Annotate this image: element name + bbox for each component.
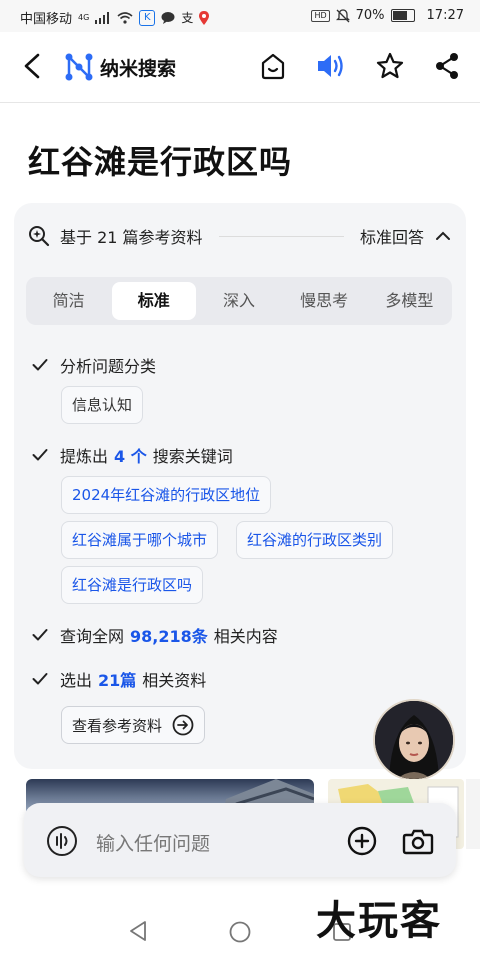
signal-icon (95, 11, 110, 24)
status-bar: 中国移动 4G K 支 HD 70% 17:27 (0, 0, 480, 32)
view-references-label: 查看参考资料 (72, 716, 163, 735)
wifi-icon (117, 11, 133, 24)
answer-process-card: 基于 21 篇参考资料 标准回答 简洁 标准 深入 慢思考 多模型 分析问题分类… (14, 203, 466, 769)
answer-mode-label: 标准回答 (359, 228, 424, 247)
network-type-label: 4G (78, 13, 90, 22)
keyword-chip[interactable]: 红谷滩属于哪个城市 (61, 521, 219, 559)
question-input[interactable]: 输入任何问题 (96, 829, 210, 856)
question-input-bar: 输入任何问题 (24, 803, 456, 877)
category-chip[interactable]: 信息认知 (61, 386, 144, 424)
step-search: 查询全网 98,218条 相关内容 (32, 623, 278, 647)
step-label-suffix: 搜索关键词 (152, 447, 233, 466)
tab-slow-thinking[interactable]: 慢思考 (282, 282, 366, 320)
keyword-count: 4 个 (114, 447, 147, 466)
selected-count: 21篇 (98, 671, 137, 690)
nano-logo-icon (65, 53, 93, 81)
step-label-prefix: 提炼出 (60, 447, 109, 466)
speaker-icon[interactable] (316, 52, 346, 80)
keyword-chip[interactable]: 红谷滩的行政区类别 (236, 521, 394, 559)
camera-icon[interactable] (402, 825, 434, 857)
share-icon[interactable] (434, 52, 460, 80)
carrier-label: 中国移动 (20, 12, 73, 27)
keyword-chip[interactable]: 红谷滩是行政区吗 (61, 566, 204, 604)
view-references-button[interactable]: 查看参考资料 (61, 706, 206, 744)
step-select: 选出 21篇 相关资料 (32, 667, 206, 691)
star-icon[interactable] (376, 52, 404, 80)
page-title: 红谷滩是行政区吗 (28, 143, 293, 181)
check-icon (32, 449, 48, 461)
battery-icon (390, 9, 415, 22)
mute-icon (335, 8, 350, 22)
check-icon (32, 629, 48, 641)
next-thumbnail[interactable] (466, 779, 480, 849)
tab-multi-model[interactable]: 多模型 (367, 282, 451, 320)
step-classify: 分析问题分类 (32, 353, 156, 377)
clock: 17:27 (426, 8, 464, 23)
step-label-suffix: 相关资料 (142, 671, 207, 690)
alipay-icon: 支 (181, 11, 194, 25)
references-count-label: 基于 21 篇参考资料 (60, 228, 203, 247)
back-arrow-icon (24, 53, 40, 79)
avatar-portrait-icon (375, 701, 453, 779)
divider (218, 235, 344, 237)
step-label-suffix: 相关内容 (213, 627, 278, 646)
home-icon[interactable] (260, 52, 286, 80)
step-label: 分析问题分类 (60, 357, 157, 376)
main-content: 红谷滩是行政区吗 基于 21 篇参考资料 标准回答 简洁 标准 深入 慢思考 多… (0, 103, 480, 960)
back-button[interactable] (20, 52, 44, 84)
chevron-up-icon[interactable] (434, 227, 452, 245)
keyword-chip[interactable]: 2024年红谷滩的行政区地位 (61, 476, 272, 514)
watermark-text: 大玩客 (316, 897, 442, 944)
tab-concise[interactable]: 简洁 (27, 282, 111, 320)
app-name: 纳米搜索 (100, 57, 177, 80)
battery-percent: 70% (355, 8, 385, 23)
check-icon (32, 673, 48, 685)
system-back-icon[interactable] (128, 920, 148, 942)
answer-mode-tabs: 简洁 标准 深入 慢思考 多模型 (26, 277, 452, 325)
location-pin-icon (199, 10, 210, 25)
step-label-prefix: 选出 (60, 671, 93, 690)
add-icon[interactable] (346, 825, 378, 857)
message-icon (161, 12, 175, 24)
top-navbar: 纳米搜索 (0, 32, 480, 103)
app-logo: 纳米搜索 (64, 52, 176, 82)
app-notification-icon: K (139, 9, 156, 26)
step-label-prefix: 查询全网 (60, 627, 125, 646)
assistant-avatar[interactable] (373, 699, 455, 781)
arrow-right-circle-icon (172, 714, 194, 736)
tab-standard[interactable]: 标准 (111, 282, 196, 320)
references-header[interactable]: 基于 21 篇参考资料 标准回答 (28, 221, 452, 251)
result-count: 98,218条 (130, 627, 208, 646)
check-icon (32, 359, 48, 371)
system-home-icon[interactable] (229, 921, 251, 943)
step-keywords: 提炼出 4 个 搜索关键词 (32, 443, 233, 467)
voice-input-icon[interactable] (46, 825, 78, 857)
search-sparkle-icon (29, 226, 50, 247)
tab-deep[interactable]: 深入 (197, 282, 281, 320)
hd-icon: HD (311, 9, 330, 22)
